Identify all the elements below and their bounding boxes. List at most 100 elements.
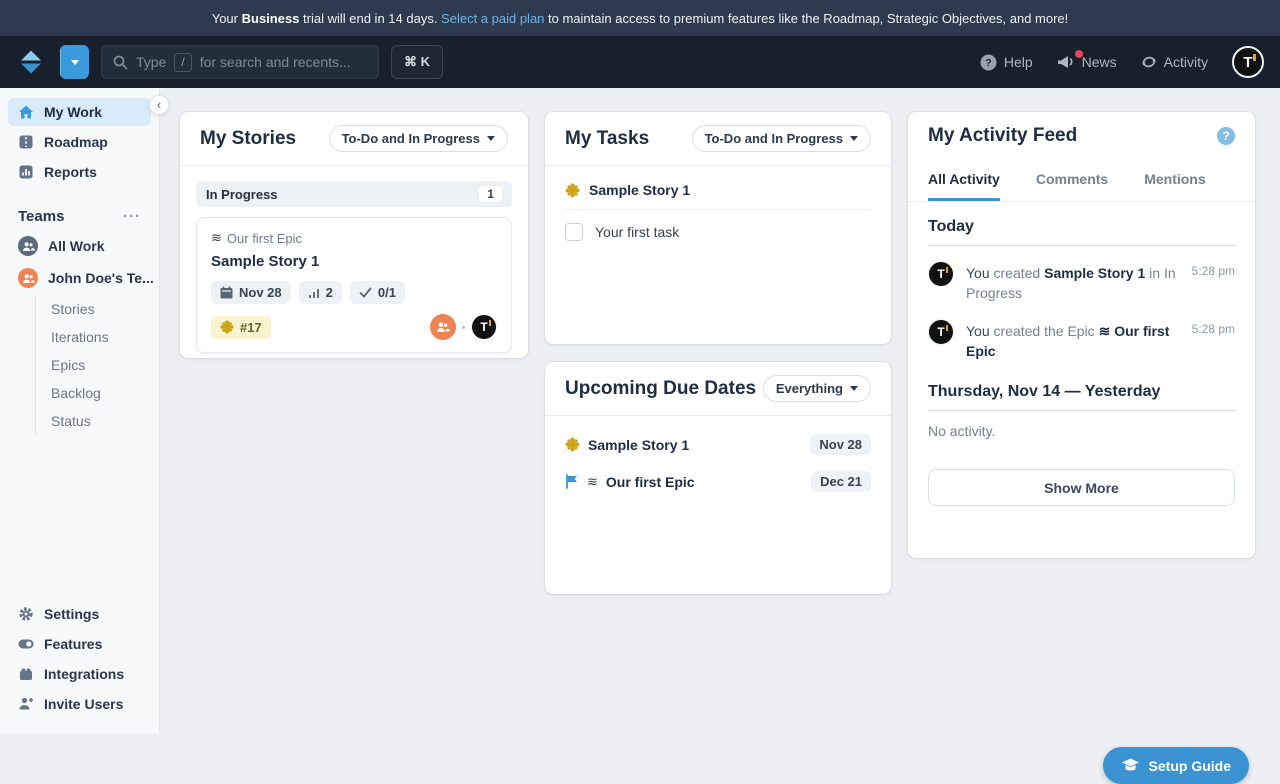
top-nav: Create Story Type / for search and recen… bbox=[0, 36, 1280, 88]
sidebar-item-settings[interactable]: Settings bbox=[8, 599, 151, 629]
select-paid-plan-link[interactable]: Select a paid plan bbox=[441, 11, 544, 26]
tab-comments[interactable]: Comments bbox=[1036, 157, 1108, 201]
search-input[interactable]: Type / for search and recents... bbox=[101, 45, 379, 79]
puzzle-icon bbox=[18, 666, 34, 682]
user-avatar[interactable]: T bbox=[1232, 46, 1264, 78]
team-avatar bbox=[18, 268, 38, 288]
tasks-badge[interactable]: 0/1 bbox=[350, 281, 405, 304]
sidebar-item-roadmap[interactable]: Roadmap bbox=[8, 128, 151, 156]
show-more-button[interactable]: Show More bbox=[928, 469, 1235, 506]
story-card[interactable]: ≋ Our first Epic Sample Story 1 Nov 28 2… bbox=[196, 217, 512, 353]
setup-guide-button[interactable]: Setup Guide bbox=[1103, 747, 1249, 784]
sidebar-item-stories[interactable]: Stories bbox=[47, 295, 159, 323]
activity-label: Activity bbox=[1164, 54, 1208, 70]
due-date-badge[interactable]: Nov 28 bbox=[211, 281, 291, 304]
activity-button[interactable]: Activity bbox=[1141, 54, 1208, 70]
people-icon bbox=[436, 321, 450, 333]
create-story-button[interactable]: Create Story bbox=[60, 45, 89, 79]
help-label: Help bbox=[1004, 54, 1033, 70]
tab-mentions[interactable]: Mentions bbox=[1144, 157, 1205, 201]
filter-label: To-Do and In Progress bbox=[342, 131, 480, 146]
activity-feed-title: My Activity Feed bbox=[928, 125, 1077, 147]
points-label: 2 bbox=[326, 285, 333, 300]
sidebar-item-epics[interactable]: Epics bbox=[47, 351, 159, 379]
caret-down-icon bbox=[71, 60, 79, 65]
upcoming-title: Upcoming Due Dates bbox=[565, 378, 756, 400]
filter-label: To-Do and In Progress bbox=[705, 131, 843, 146]
my-stories-title: My Stories bbox=[200, 128, 296, 150]
trial-banner: Your Business trial will end in 14 days.… bbox=[0, 0, 1280, 36]
gear-icon bbox=[18, 606, 34, 622]
nav-right-group: ? Help News Activity T bbox=[980, 46, 1264, 78]
cmd-k-shortcut[interactable]: ⌘ K bbox=[391, 45, 443, 79]
sidebar-item-label: My Work bbox=[44, 104, 102, 120]
sidebar-item-integrations[interactable]: Integrations bbox=[8, 659, 151, 689]
points-badge[interactable]: 2 bbox=[299, 281, 342, 304]
tasks-label: 0/1 bbox=[378, 285, 396, 300]
teams-menu-button[interactable]: ··· bbox=[123, 208, 141, 225]
epic-icon: ≋ bbox=[587, 474, 598, 490]
help-icon: ? bbox=[980, 54, 997, 71]
team-subnav: Stories Iterations Epics Backlog Status bbox=[35, 295, 159, 435]
create-story-dropdown[interactable] bbox=[60, 45, 89, 79]
sidebar-item-label: Settings bbox=[44, 606, 99, 622]
epic-icon: ≋ bbox=[211, 230, 222, 246]
feed-item[interactable]: T You created the Epic ≋ Our first Epic … bbox=[928, 319, 1235, 362]
filter-label: Everything bbox=[776, 381, 843, 396]
sidebar-item-reports[interactable]: Reports bbox=[8, 158, 151, 186]
due-date-pill: Dec 21 bbox=[811, 471, 871, 492]
due-date-row[interactable]: ≋ Our first Epic Dec 21 bbox=[565, 471, 871, 492]
search-placeholder-pre: Type bbox=[136, 54, 166, 70]
roadmap-icon bbox=[18, 134, 34, 150]
sidebar-item-all-work[interactable]: All Work bbox=[8, 231, 151, 261]
my-tasks-card: My Tasks To-Do and In Progress Sample St… bbox=[545, 112, 891, 344]
sidebar-item-my-work[interactable]: My Work bbox=[8, 98, 151, 126]
help-button[interactable]: ? Help bbox=[980, 54, 1033, 71]
sidebar-item-backlog[interactable]: Backlog bbox=[47, 379, 159, 407]
calendar-icon bbox=[220, 286, 233, 299]
sidebar-collapse-button[interactable]: ‹ bbox=[149, 95, 169, 115]
my-tasks-filter-dropdown[interactable]: To-Do and In Progress bbox=[692, 125, 871, 152]
news-button[interactable]: News bbox=[1057, 54, 1117, 70]
feed-action: created bbox=[990, 265, 1044, 281]
feed-help-icon[interactable]: ? bbox=[1217, 127, 1235, 145]
story-title: Sample Story 1 bbox=[211, 253, 497, 270]
sidebar-item-label: Features bbox=[44, 636, 102, 652]
banner-text-pre: Your bbox=[212, 11, 242, 26]
all-work-avatar bbox=[18, 236, 38, 256]
sidebar-item-status[interactable]: Status bbox=[47, 407, 159, 435]
story-id-label: #17 bbox=[240, 320, 262, 335]
task-story-link[interactable]: Sample Story 1 bbox=[565, 182, 871, 210]
news-label: News bbox=[1082, 54, 1117, 70]
sidebar-item-invite-users[interactable]: Invite Users bbox=[8, 689, 151, 719]
sidebar-item-john-does-team[interactable]: John Doe's Te... bbox=[8, 263, 151, 293]
due-date-row[interactable]: Sample Story 1 Nov 28 bbox=[565, 434, 871, 455]
flag-icon bbox=[565, 474, 579, 489]
sidebar-item-label: Invite Users bbox=[44, 696, 123, 712]
upcoming-filter-dropdown[interactable]: Everything bbox=[763, 375, 871, 402]
feed-timestamp: 5:28 pm bbox=[1192, 264, 1235, 278]
story-id-badge[interactable]: #17 bbox=[211, 316, 271, 339]
feed-avatar: T bbox=[928, 261, 954, 287]
shortcut-logo-icon[interactable] bbox=[16, 47, 46, 77]
feature-story-icon bbox=[565, 183, 580, 198]
story-epic-label: Our first Epic bbox=[227, 231, 302, 246]
owner-avatar[interactable]: T bbox=[471, 314, 497, 340]
my-stories-filter-dropdown[interactable]: To-Do and In Progress bbox=[329, 125, 508, 152]
home-icon bbox=[18, 104, 34, 120]
sidebar-item-label: Roadmap bbox=[44, 134, 108, 150]
feed-item[interactable]: T You created Sample Story 1 in In Progr… bbox=[928, 261, 1235, 304]
tab-all-activity[interactable]: All Activity bbox=[928, 157, 1000, 201]
due-date-pill: Nov 28 bbox=[810, 434, 871, 455]
no-activity-text: No activity. bbox=[928, 423, 1235, 439]
teams-header: Teams bbox=[18, 208, 64, 225]
feed-target: Sample Story 1 bbox=[1044, 265, 1145, 281]
requester-avatar[interactable] bbox=[430, 314, 456, 340]
reports-icon bbox=[18, 164, 34, 180]
task-checkbox[interactable] bbox=[565, 223, 583, 241]
sidebar-item-iterations[interactable]: Iterations bbox=[47, 323, 159, 351]
avatar-separator-dot bbox=[462, 326, 465, 329]
activity-tabs: All Activity Comments Mentions bbox=[908, 157, 1255, 202]
sidebar-item-features[interactable]: Features bbox=[8, 629, 151, 659]
in-progress-group-header[interactable]: In Progress 1 bbox=[196, 181, 512, 207]
